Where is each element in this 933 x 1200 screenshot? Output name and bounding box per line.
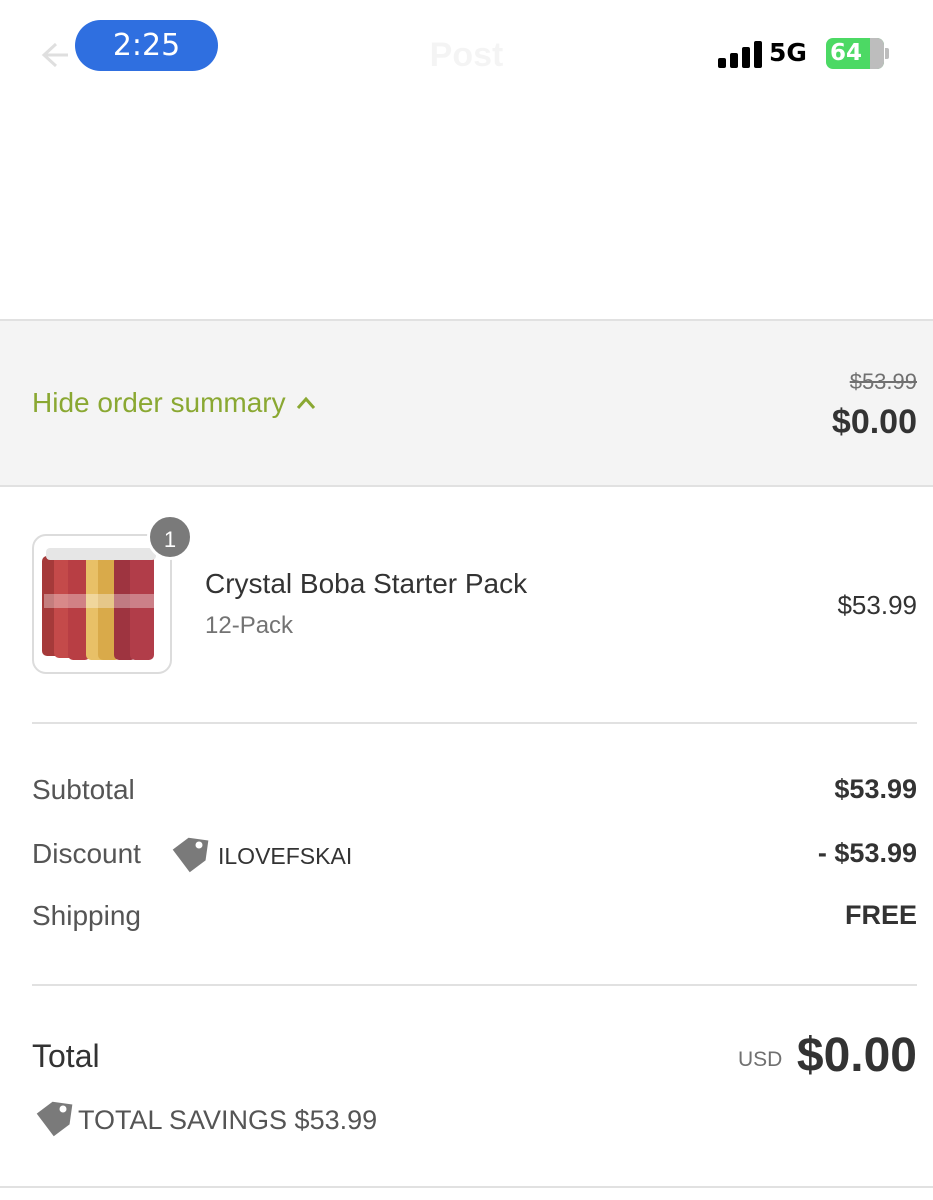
discount-value: - $53.99 [817, 838, 917, 868]
hide-order-summary-toggle[interactable]: Hide order summary [32, 387, 316, 419]
battery-level: 64 [830, 40, 863, 66]
product-variant: 12-Pack [205, 612, 294, 639]
discount-label: Discount [32, 838, 141, 869]
battery-tip [885, 48, 889, 59]
product-thumbnail [32, 534, 172, 674]
total-savings-text: TOTAL SAVINGS $53.99 [78, 1104, 378, 1135]
boba-bottles-image [42, 548, 160, 660]
cellular-signal-icon [718, 41, 764, 68]
order-summary-bar: Hide order summary $53.99 $0.00 [0, 319, 933, 487]
subtotal-label: Subtotal [32, 774, 135, 805]
status-bar: Post 2:25 5G 64 [0, 0, 933, 100]
subtotal-value: $53.99 [834, 774, 917, 804]
quantity-badge: 1 [147, 514, 193, 560]
total-savings: TOTAL SAVINGS $53.99 [32, 1100, 377, 1140]
total-label: Total [32, 1038, 100, 1074]
original-total: $53.99 [849, 369, 917, 394]
currency-code: USD [738, 1048, 783, 1071]
battery-remaining [870, 38, 884, 69]
divider [32, 722, 917, 724]
summary-total: $0.00 [831, 403, 917, 441]
tag-icon [172, 837, 209, 873]
discount-code-chip: ILOVEFSKAI [168, 836, 352, 876]
battery-icon: 64 [826, 38, 884, 69]
chevron-up-icon [296, 396, 315, 409]
tag-icon [36, 1101, 73, 1137]
divider [0, 1186, 933, 1188]
product-name: Crystal Boba Starter Pack [205, 568, 528, 599]
shipping-label: Shipping [32, 900, 141, 931]
toggle-label: Hide order summary [32, 387, 286, 418]
discount-code: ILOVEFSKAI [218, 842, 353, 869]
status-time[interactable]: 2:25 [75, 20, 218, 71]
total-value: $0.00 [796, 1029, 917, 1082]
divider [32, 984, 917, 986]
network-type: 5G [769, 38, 807, 67]
product-price: $53.99 [837, 590, 917, 620]
shipping-value: FREE [844, 900, 917, 930]
